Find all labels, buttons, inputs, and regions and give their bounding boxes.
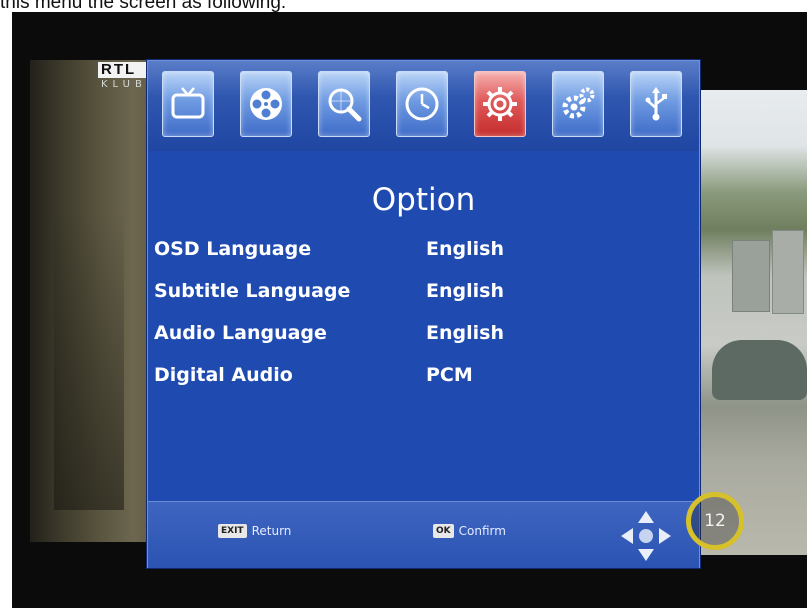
option-row-osd-language[interactable]: OSD Language English: [154, 238, 694, 268]
ok-key-icon: OK: [433, 524, 454, 538]
return-label: Return: [251, 524, 292, 538]
background-video-right: [692, 90, 807, 555]
menu-title: Option: [371, 182, 476, 218]
tab-tv[interactable]: [162, 71, 214, 137]
tab-media[interactable]: [240, 71, 292, 137]
tab-channel-search[interactable]: [318, 71, 370, 137]
tab-usb[interactable]: [630, 71, 682, 137]
option-row-audio-language[interactable]: Audio Language English: [154, 322, 694, 352]
option-value[interactable]: English: [426, 280, 504, 302]
channel-search-icon: [328, 88, 362, 122]
directional-pad-icon: [621, 511, 671, 561]
option-value[interactable]: PCM: [426, 364, 473, 386]
tab-options[interactable]: [474, 71, 526, 137]
option-label: OSD Language: [154, 238, 312, 260]
film-reel-icon: [250, 88, 282, 120]
settings-gear-icon: [483, 87, 517, 121]
confirm-label: Confirm: [458, 524, 506, 538]
menu-body: Option OSD Language English Subtitle Lan…: [148, 151, 699, 501]
option-row-digital-audio[interactable]: Digital Audio PCM: [154, 364, 694, 394]
return-hint[interactable]: EXIT Return: [218, 524, 291, 538]
usb-icon: [645, 87, 667, 121]
option-value[interactable]: English: [426, 322, 504, 344]
confirm-hint[interactable]: OK Confirm: [433, 524, 506, 538]
clock-icon: [405, 87, 439, 121]
channel-number-badge: 12: [686, 492, 744, 550]
option-label: Audio Language: [154, 322, 327, 344]
exit-key-icon: EXIT: [218, 524, 247, 538]
option-row-subtitle-language[interactable]: Subtitle Language English: [154, 280, 694, 310]
option-value[interactable]: English: [426, 238, 504, 260]
option-label: Subtitle Language: [154, 280, 351, 302]
menu-tab-bar: [148, 61, 699, 151]
option-label: Digital Audio: [154, 364, 293, 386]
settings-menu-panel: Option OSD Language English Subtitle Lan…: [147, 60, 700, 568]
system-gears-icon: [562, 87, 595, 119]
tab-timer[interactable]: [396, 71, 448, 137]
tv-icon: [171, 87, 205, 119]
menu-footer: EXIT Return OK Confirm: [148, 501, 699, 568]
tab-system[interactable]: [552, 71, 604, 137]
